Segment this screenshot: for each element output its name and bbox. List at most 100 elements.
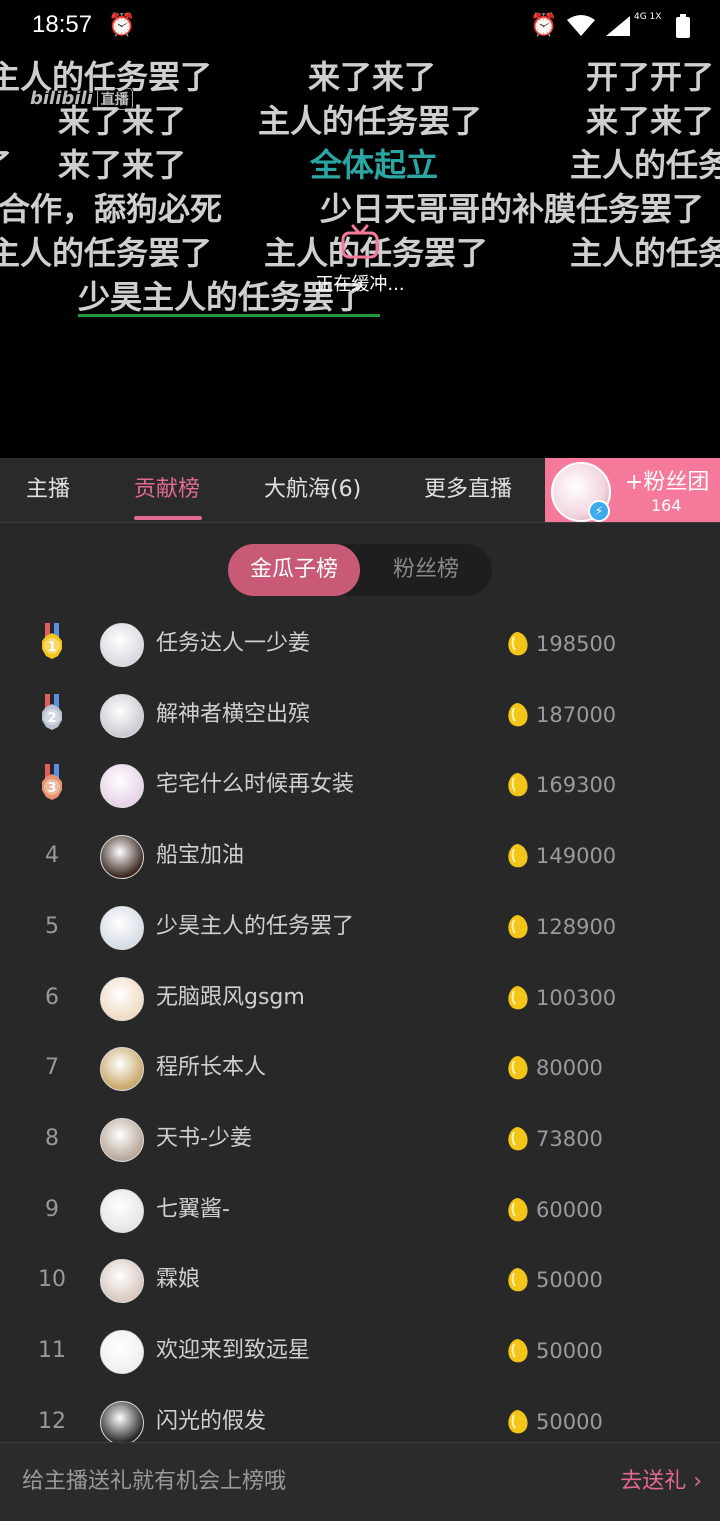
- user-name: 霖娘: [156, 1267, 201, 1293]
- user-avatar[interactable]: [100, 1047, 144, 1092]
- battery-icon: [676, 14, 690, 44]
- medal-icon: 1: [42, 623, 62, 659]
- user-avatar[interactable]: [100, 1400, 144, 1445]
- user-name: 程所长本人: [156, 1055, 267, 1081]
- buffer-text: 正在缓冲...: [315, 274, 405, 295]
- lightning-badge-icon: ⚡: [588, 500, 610, 522]
- send-gift-link[interactable]: 去送礼 ›: [620, 1443, 702, 1521]
- tab-streamer[interactable]: 主播: [26, 458, 70, 522]
- gold-seed-icon: [508, 1126, 528, 1151]
- tab-voyage[interactable]: 大航海(6): [264, 458, 361, 522]
- gold-seed-score: 198500: [536, 632, 617, 656]
- ranking-row[interactable]: 3 宅宅什么时候再女装 169300: [0, 750, 720, 820]
- rank-number: 6: [45, 984, 59, 1010]
- gold-seed-icon: [508, 773, 528, 797]
- alarm-icon-right: ⏰: [530, 13, 558, 38]
- fans-club-label: +粉丝团: [625, 470, 710, 495]
- gold-seed-icon: [508, 1409, 528, 1434]
- gold-seed-score: 50000: [536, 1339, 603, 1363]
- gold-seed-icon: [508, 985, 528, 1009]
- danmaku-comment: 主人的任务罢了: [0, 234, 213, 272]
- gold-seed-score: 80000: [536, 1056, 603, 1081]
- ranking-row[interactable]: 8 天书-少姜 73800: [0, 1104, 720, 1174]
- medal-icon: 2: [42, 693, 62, 730]
- gift-hint-text: 给主播送礼就有机会上榜哦: [22, 1469, 287, 1494]
- user-avatar[interactable]: [100, 1117, 144, 1162]
- medal-icon: 3: [42, 764, 62, 801]
- gold-seed-icon: [508, 1056, 528, 1080]
- user-name: 船宝加油: [156, 843, 245, 869]
- gold-seed-icon: [508, 844, 528, 868]
- wifi-icon: [566, 14, 596, 44]
- gold-seed-score: 73800: [536, 1126, 603, 1151]
- gold-seed-rank-option[interactable]: 金瓜子榜: [228, 544, 360, 596]
- fans-club-button[interactable]: ⚡ +粉丝团 164: [545, 458, 720, 522]
- rank-number: 7: [45, 1055, 59, 1081]
- gold-seed-icon: [508, 1268, 528, 1292]
- danmaku-comment: 主人的任务罢了: [258, 102, 483, 140]
- user-name: 天书-少姜: [156, 1125, 252, 1151]
- gold-seed-icon: [508, 914, 528, 939]
- danmaku-comment: 来了来了: [58, 146, 187, 184]
- gold-seed-score: 50000: [536, 1268, 603, 1293]
- ranking-row[interactable]: 9 七翼酱- 60000: [0, 1175, 720, 1245]
- danmaku-comment: 主人的任务罢了: [0, 58, 213, 96]
- tab-bar: 主播 贡献榜 大航海(6) 更多直播 ⚡ +粉丝团 164: [0, 458, 720, 523]
- gold-seed-score: 100300: [536, 985, 617, 1010]
- user-avatar[interactable]: [100, 835, 144, 880]
- rank-number: 8: [45, 1125, 59, 1151]
- buffering-indicator: 正在缓冲...: [300, 224, 420, 296]
- gold-seed-score: 149000: [536, 844, 617, 869]
- fans-rank-option[interactable]: 粉丝榜: [360, 544, 492, 596]
- ranking-row[interactable]: 2 解神者横空出殡 187000: [0, 680, 720, 750]
- ranking-row[interactable]: 5 少昊主人的任务罢了 128900: [0, 892, 720, 962]
- status-time: 18:57: [32, 11, 93, 38]
- gold-seed-icon: [508, 702, 528, 727]
- rank-number: 11: [38, 1338, 66, 1363]
- danmaku-comment: 来了来了: [58, 102, 187, 140]
- gold-seed-score: 60000: [536, 1197, 603, 1222]
- user-avatar[interactable]: [100, 1259, 144, 1304]
- medal-rank-number: 1: [47, 640, 56, 655]
- danmaku-comment: 来了来了: [586, 102, 715, 140]
- fans-club-count: 164: [651, 496, 682, 515]
- user-name: 七翼酱-: [156, 1196, 230, 1222]
- gold-seed-icon: [508, 632, 528, 656]
- tab-more-live[interactable]: 更多直播: [424, 458, 512, 522]
- ranking-row[interactable]: 6 无脑跟风gsgm 100300: [0, 963, 720, 1033]
- live-video-player[interactable]: 18:57 ⏰ ⏰ 4G 1X bilibili 直播 主人的任务罢了 来了来了 …: [0, 0, 720, 458]
- ranking-row[interactable]: 4 船宝加油 149000: [0, 821, 720, 891]
- user-name: 欢迎来到致远星: [156, 1338, 311, 1363]
- rank-type-toggle: 金瓜子榜 粉丝榜: [228, 544, 492, 596]
- rank-number: 10: [38, 1267, 66, 1293]
- user-avatar[interactable]: [100, 764, 144, 809]
- user-avatar[interactable]: [100, 693, 144, 738]
- gold-seed-score: 169300: [536, 773, 617, 798]
- danmaku-comment-highlight: 全体起立: [310, 146, 439, 184]
- ranking-row[interactable]: 10 霖娘 50000: [0, 1245, 720, 1315]
- tv-icon: [341, 224, 379, 259]
- user-name: 宅宅什么时候再女装: [156, 772, 355, 798]
- user-avatar[interactable]: [100, 1330, 144, 1374]
- user-name: 任务达人一少姜: [156, 631, 311, 656]
- rank-number: 9: [45, 1196, 59, 1222]
- status-bar: 18:57 ⏰ ⏰ 4G 1X: [0, 0, 720, 52]
- user-avatar[interactable]: [100, 623, 144, 667]
- ranking-row[interactable]: 1 任务达人一少姜 198500: [0, 609, 720, 679]
- ranking-row[interactable]: 7 程所长本人 80000: [0, 1033, 720, 1103]
- user-name: 少昊主人的任务罢了: [156, 913, 355, 939]
- medal-rank-number: 2: [47, 711, 56, 726]
- danmaku-comment: 了: [0, 140, 12, 186]
- user-avatar[interactable]: [100, 905, 144, 950]
- ranking-row[interactable]: 11 欢迎来到致远星 50000: [0, 1316, 720, 1386]
- rank-number: 4: [45, 843, 59, 869]
- tab-contribution-rank[interactable]: 贡献榜: [134, 458, 200, 522]
- gold-seed-icon: [508, 1339, 528, 1363]
- danmaku-comment: 合作，舔狗必死: [0, 190, 223, 228]
- own-danmaku-underline: [78, 314, 380, 317]
- user-avatar[interactable]: [100, 976, 144, 1021]
- bottom-bar: 给主播送礼就有机会上榜哦 去送礼 ›: [0, 1442, 720, 1521]
- alarm-icon: ⏰: [108, 13, 136, 38]
- signal-icon: [604, 14, 632, 44]
- user-avatar[interactable]: [100, 1188, 144, 1233]
